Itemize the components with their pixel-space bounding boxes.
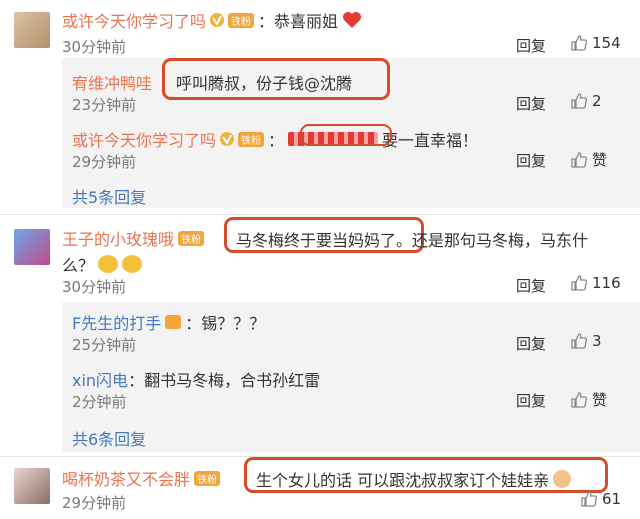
reply-colon: ： [268, 131, 285, 150]
fan-badge: 铁粉 [178, 230, 205, 246]
reply-text: ：翻书马冬梅，合书孙红雷 [128, 371, 321, 390]
fan-badge: 铁粉 [238, 131, 265, 147]
like-count: 2 [592, 92, 602, 110]
more-replies-link[interactable]: 共6条回复 [72, 426, 146, 450]
comment-text: 马冬梅终于要当妈妈了。还是那句马冬梅，马东什 [236, 231, 589, 250]
more-replies-link[interactable]: 共5条回复 [72, 184, 146, 208]
emoji-icon [122, 255, 143, 273]
verified-icon [210, 13, 225, 27]
comment-text-line2: 么？ [62, 252, 143, 276]
like-count: 154 [592, 34, 621, 52]
avatar[interactable] [14, 229, 50, 265]
reply-button[interactable]: 回复 [516, 275, 546, 296]
avatar[interactable] [14, 12, 50, 48]
comment-time: 30分钟前 [62, 278, 127, 296]
like-label: 赞 [592, 391, 608, 409]
reply-username[interactable]: 宥维冲鸭哇 [72, 70, 152, 94]
comment-time: 29分钟前 [62, 494, 127, 512]
fan-badge: 铁粉 [194, 470, 221, 486]
verified-icon [220, 132, 235, 146]
reply-button[interactable]: 回复 [516, 390, 546, 411]
like-count: 3 [592, 332, 602, 350]
reply-username[interactable]: 或许今天你学习了吗 [72, 127, 216, 151]
like-label: 赞 [592, 151, 608, 169]
like-button[interactable]: 116 [570, 274, 621, 292]
thumb-up-icon [581, 491, 597, 507]
like-button[interactable]: 2 [570, 92, 602, 110]
comment-text: ：恭喜丽姐 [258, 12, 339, 31]
reply-time: 2分钟前 [72, 393, 127, 411]
redaction-outline [300, 124, 392, 146]
reply-username[interactable]: F先生的打手 [72, 310, 161, 334]
like-button[interactable]: 3 [570, 332, 602, 350]
avatar[interactable] [14, 468, 50, 504]
reply-button[interactable]: 回复 [516, 333, 546, 354]
reply-button[interactable]: 回复 [516, 150, 546, 171]
divider [0, 214, 640, 215]
reply-button[interactable]: 回复 [516, 93, 546, 114]
fan-badge: 铁粉 [228, 12, 255, 28]
like-button[interactable]: 赞 [570, 389, 607, 410]
heart-icon [343, 12, 362, 28]
reply-time: 29分钟前 [72, 153, 137, 171]
thumb-up-icon [571, 35, 587, 51]
comment-text: 生个女儿的话 可以跟沈叔叔家订个娃娃亲 [256, 467, 572, 491]
comment-username[interactable]: 喝杯奶茶又不会胖 [62, 466, 190, 490]
crown-icon [165, 315, 182, 329]
like-button[interactable]: 赞 [570, 149, 607, 170]
thumb-up-icon [571, 275, 587, 291]
like-count: 61 [602, 490, 622, 508]
reply-text: 呼叫腾叔，份子钱@沈腾 [176, 74, 353, 93]
thumb-up-icon [571, 151, 587, 168]
reply-button[interactable]: 回复 [516, 35, 546, 56]
emoji-icon [98, 255, 119, 273]
thumb-up-icon [571, 391, 587, 408]
reply-text: ：锡？？？ [185, 314, 266, 333]
reply-time: 25分钟前 [72, 336, 137, 354]
comment-time: 30分钟前 [62, 38, 127, 56]
like-button[interactable]: 61 [580, 490, 621, 508]
cat-emoji-icon [553, 470, 572, 488]
like-count: 116 [592, 274, 621, 292]
reply-username[interactable]: xin闪电 [72, 367, 128, 391]
reply-text: 要一直幸福！ [382, 131, 479, 150]
like-button[interactable]: 154 [570, 34, 621, 52]
reply-time: 23分钟前 [72, 96, 137, 114]
comment-username[interactable]: 或许今天你学习了吗 [62, 8, 206, 32]
thumb-up-icon [571, 93, 587, 109]
thumb-up-icon [571, 333, 587, 349]
comment-username[interactable]: 王子的小玫瑰哦 [62, 226, 174, 250]
